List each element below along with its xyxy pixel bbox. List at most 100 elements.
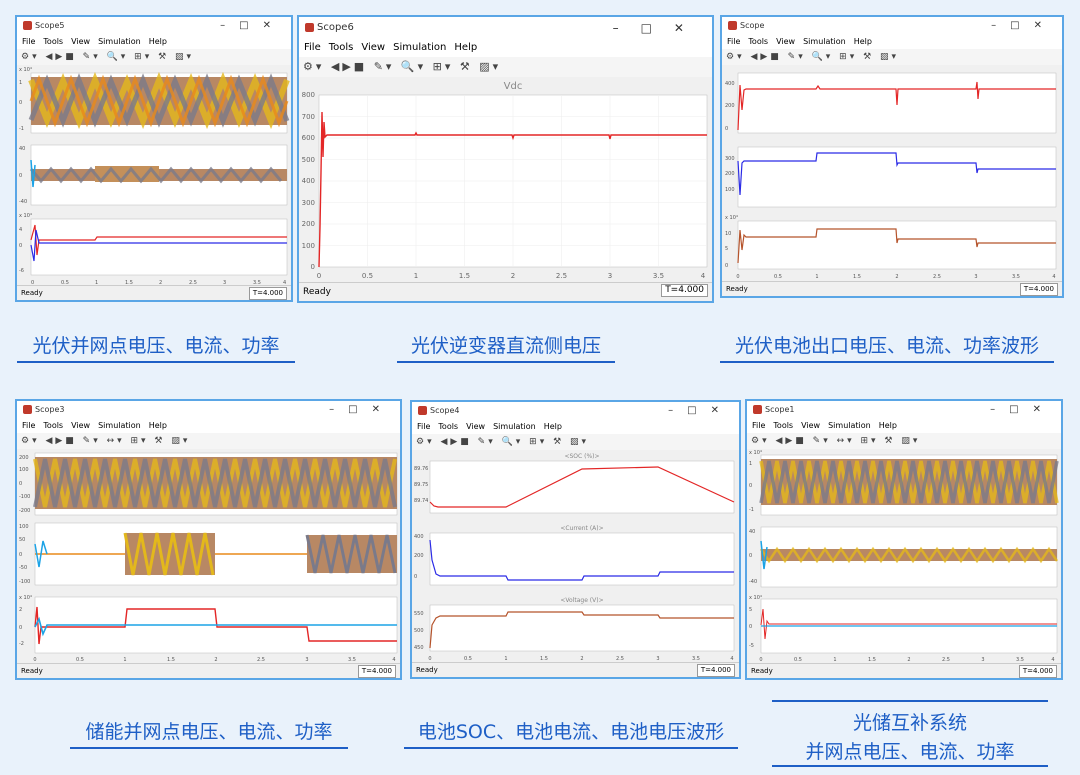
toolbar[interactable]: ⚙▾ ◀▶■ ✎▾ 🔍▾ ⊞▾ ⚒ ▨▾ [722, 49, 1062, 66]
menu-help[interactable]: Help [854, 37, 872, 46]
matlab-icon [305, 23, 314, 32]
window-title: Scope [740, 21, 765, 30]
matlab-icon [23, 405, 32, 414]
scope6-window[interactable]: Scope6 –□✕ File Tools View Simulation Help ⚙… [297, 15, 714, 303]
exp-label: x 10⁴ [749, 450, 762, 456]
caption-storage-grid: 储能并网点电压、电流、功率 [70, 717, 348, 749]
menu-bar: File Tools View Simulation Help [299, 39, 712, 57]
menu-help[interactable]: Help [149, 37, 167, 46]
menu-view[interactable]: View [801, 421, 820, 430]
window-controls[interactable]: –□✕ [613, 17, 706, 39]
toolbar[interactable]: ⚙▾ ◀▶■ ✎▾ 🔍▾ ⊞▾ ⚒ ▨▾ [299, 57, 712, 78]
svg-text:300: 300 [302, 199, 315, 207]
title-bar: Scope3 –□✕ [17, 401, 400, 419]
ytick: -1 [749, 507, 754, 513]
menu-help[interactable]: Help [879, 421, 897, 430]
ytick: 2 [19, 607, 22, 613]
window-controls[interactable]: –□✕ [991, 17, 1056, 35]
menu-view[interactable]: View [466, 422, 485, 431]
scope1-window[interactable]: Scope1 –□✕ File Tools View Simulation Help ⚙… [745, 399, 1063, 680]
toolbar[interactable]: ⚙▾ ◀▶■ ✎▾ 🔍▾ ⊞▾ ⚒ ▨▾ [17, 49, 291, 66]
ytick: 0 [19, 100, 22, 106]
menu-bar: File Tools View Simulation Help [17, 419, 400, 433]
ytick: -2 [19, 641, 24, 647]
caption-text-line2: 并网点电压、电流、功率 [805, 741, 1015, 763]
menu-file[interactable]: File [727, 37, 740, 46]
menu-simulation[interactable]: Simulation [828, 421, 871, 430]
ytick: 550 [414, 611, 424, 617]
menu-help[interactable]: Help [454, 42, 477, 53]
ytick: -5 [749, 643, 754, 649]
menu-view[interactable]: View [71, 37, 90, 46]
scope4-window[interactable]: Scope4 –□✕ File Tools View Simulation Help ⚙… [410, 400, 741, 679]
scope3-window[interactable]: Scope3 –□✕ File Tools View Simulation Help ⚙… [15, 399, 402, 680]
svg-text:3.5: 3.5 [1012, 274, 1020, 280]
ytick: 50 [19, 537, 25, 543]
scope4-plots: <SOC (%)> 89.76 89.75 89.74 <Current (A)… [414, 453, 735, 662]
exp-label: x 10⁴ [749, 595, 762, 601]
menu-view[interactable]: View [776, 37, 795, 46]
menu-bar: File Tools View Simulation Help [722, 35, 1062, 49]
title-bar: Scope –□✕ [722, 17, 1062, 35]
caption-text: 光伏并网点电压、电流、功率 [32, 335, 280, 357]
menu-simulation[interactable]: Simulation [803, 37, 846, 46]
menu-bar: File Tools View Simulation Help [17, 35, 291, 49]
toolbar[interactable]: ⚙▾ ◀▶■ ✎▾ ↔▾ ⊞▾ ⚒ ▨▾ [17, 433, 400, 450]
menu-simulation[interactable]: Simulation [493, 422, 536, 431]
menu-view[interactable]: View [361, 42, 385, 53]
menu-help[interactable]: Help [149, 421, 167, 430]
svg-text:0.5: 0.5 [362, 272, 373, 280]
toolbar[interactable]: ⚙▾ ◀▶■ ✎▾ 🔍▾ ⊞▾ ⚒ ▨▾ [412, 434, 739, 451]
x-ticks: 0 0.5 1 1.5 2 2.5 3 3.5 4 [317, 272, 706, 280]
menu-file[interactable]: File [417, 422, 430, 431]
ytick: 40 [19, 146, 25, 152]
voltage-band [33, 457, 397, 509]
menu-view[interactable]: View [71, 421, 90, 430]
ytick: -6 [19, 268, 24, 274]
ytick: 400 [414, 534, 424, 540]
menu-tools[interactable]: Tools [438, 422, 458, 431]
plot-title: Vdc [504, 81, 523, 92]
ytick: 5 [725, 246, 728, 252]
menu-file[interactable]: File [752, 421, 765, 430]
menu-file[interactable]: File [304, 42, 321, 53]
menu-file[interactable]: File [22, 421, 35, 430]
scope5-window[interactable]: Scope5 –□✕ File Tools View Simulation Help ⚙… [15, 15, 293, 302]
menu-tools[interactable]: Tools [43, 421, 63, 430]
scope-plots: 400 200 0 300 200 100 x 10⁴ 10 5 0 0 0.5 1… [725, 72, 1057, 280]
window-controls[interactable]: –□✕ [220, 17, 285, 35]
menu-simulation[interactable]: Simulation [393, 42, 446, 53]
ytick: 100 [725, 187, 735, 193]
ytick: 0 [414, 574, 417, 580]
title-bar: Scope6 –□✕ [299, 17, 712, 39]
soc-subtitle: <SOC (%)> [564, 453, 599, 460]
exp-label: x 10⁴ [19, 595, 32, 601]
caption-hybrid-system: 光储互补系统 并网点电压、电流、功率 [772, 700, 1048, 767]
menu-tools[interactable]: Tools [43, 37, 63, 46]
menu-simulation[interactable]: Simulation [98, 421, 141, 430]
menu-help[interactable]: Help [544, 422, 562, 431]
window-controls[interactable]: –□✕ [329, 401, 394, 419]
caption-pv-cell: 光伏电池出口电压、电流、功率波形 [720, 331, 1054, 363]
scope-window[interactable]: Scope –□✕ File Tools View Simulation Help ⚙▾… [720, 15, 1064, 298]
plot-area: <SOC (%)> 89.76 89.75 89.74 <Current (A)… [412, 450, 739, 663]
svg-text:400: 400 [302, 177, 315, 185]
caption-battery: 电池SOC、电池电流、电池电压波形 [404, 717, 738, 749]
svg-text:800: 800 [302, 91, 315, 99]
menu-simulation[interactable]: Simulation [98, 37, 141, 46]
menu-tools[interactable]: Tools [329, 42, 354, 53]
plot-area: 200 100 0 -100 -200 100 50 0 -50 -100 x … [17, 449, 400, 664]
window-controls[interactable]: –□✕ [990, 401, 1055, 419]
menu-bar: File Tools View Simulation Help [747, 419, 1061, 433]
matlab-icon [753, 405, 762, 414]
window-controls[interactable]: –□✕ [668, 402, 733, 420]
menu-file[interactable]: File [22, 37, 35, 46]
status-bar: Ready T=4.000 [722, 281, 1062, 296]
status-bar: Ready T=4.000 [747, 663, 1061, 678]
ytick: 200 [414, 553, 424, 559]
menu-tools[interactable]: Tools [773, 421, 793, 430]
toolbar[interactable]: ⚙▾ ◀▶■ ✎▾ ↔▾ ⊞▾ ⚒ ▨▾ [747, 433, 1061, 450]
menu-tools[interactable]: Tools [748, 37, 768, 46]
sim-time: T=4.000 [696, 664, 735, 677]
svg-text:600: 600 [302, 134, 315, 142]
